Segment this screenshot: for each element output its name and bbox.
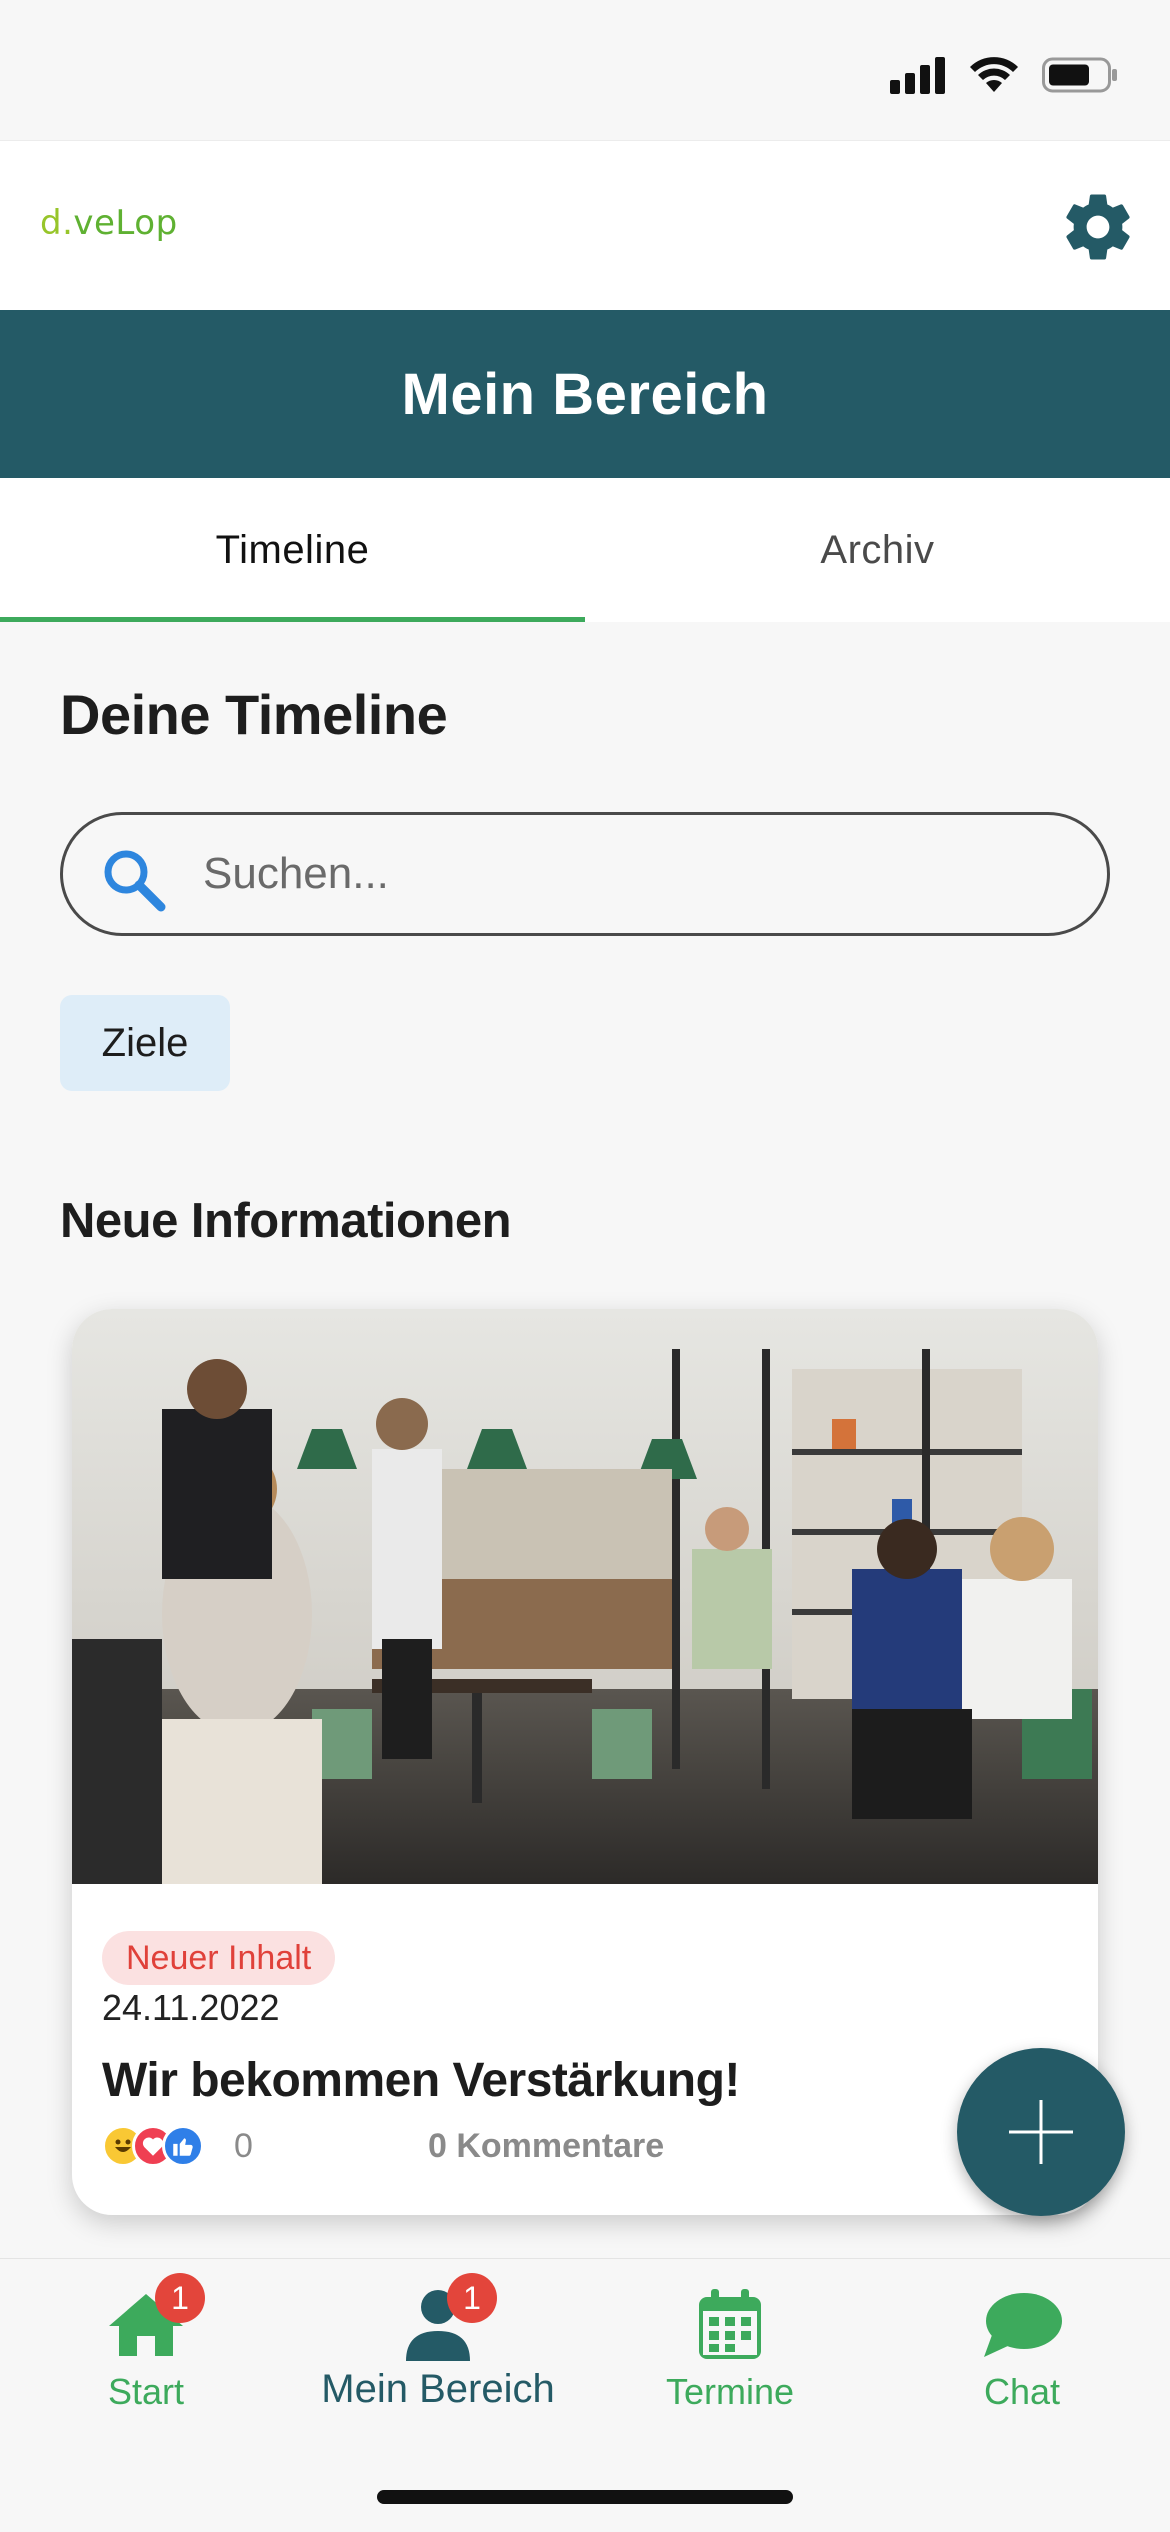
search-input[interactable] — [203, 815, 1083, 933]
plus-icon — [1009, 2100, 1073, 2164]
search-icon — [104, 850, 166, 912]
home-indicator — [377, 2490, 793, 2504]
reaction-count: 0 — [234, 2127, 253, 2165]
new-content-badge: Neuer Inhalt — [102, 1931, 336, 1985]
restaurant-photo — [72, 1309, 1098, 1884]
calendar-icon — [699, 2289, 761, 2359]
brand-logo: d.veLop — [40, 203, 178, 243]
news-heading: Neue Informationen — [60, 1194, 512, 1248]
settings-button[interactable] — [1056, 185, 1140, 269]
filter-chip-ziele[interactable]: Ziele — [60, 995, 230, 1091]
cellular-signal-icon — [890, 57, 945, 94]
nav-item-start[interactable]: 1 Start — [0, 2259, 292, 2429]
battery-icon — [1042, 57, 1117, 93]
gear-icon — [1066, 194, 1130, 260]
nav-item-chat[interactable]: Chat — [876, 2259, 1168, 2429]
chat-icon — [984, 2293, 1062, 2357]
page-title: Mein Bereich — [401, 361, 769, 427]
comments-count[interactable]: 0 Kommentare — [428, 2127, 664, 2166]
status-icons — [890, 52, 1118, 98]
nav-label: Mein Bereich — [321, 2367, 555, 2411]
nav-label: Start — [107, 2371, 185, 2412]
nav-item-mein-bereich[interactable]: 1 Mein Bereich — [292, 2259, 584, 2429]
news-card[interactable]: Neuer Inhalt 24.11.2022 Wir bekommen Ver… — [72, 1309, 1098, 2215]
like-reaction-icon — [162, 2125, 204, 2167]
add-button[interactable] — [957, 2048, 1125, 2216]
card-title: Wir bekommen Verstärkung! — [102, 2054, 740, 2107]
nav-label: Chat — [983, 2371, 1061, 2412]
wifi-icon — [970, 57, 1018, 92]
reaction-icons[interactable] — [102, 2125, 204, 2167]
notification-badge: 1 — [155, 2273, 205, 2323]
tab-bar: Timeline Archiv — [0, 478, 1170, 622]
notification-badge: 1 — [447, 2273, 497, 2323]
nav-item-termine[interactable]: Termine — [584, 2259, 876, 2429]
status-bar — [0, 0, 1170, 140]
tab-archiv[interactable]: Archiv — [585, 478, 1170, 622]
app-header: d.veLop — [0, 140, 1170, 310]
page-header: Mein Bereich — [0, 310, 1170, 478]
tab-timeline[interactable]: Timeline — [0, 478, 585, 622]
timeline-heading: Deine Timeline — [60, 683, 448, 746]
nav-label: Termine — [665, 2371, 795, 2412]
search-bar[interactable] — [60, 812, 1110, 936]
card-date: 24.11.2022 — [102, 1987, 280, 2028]
